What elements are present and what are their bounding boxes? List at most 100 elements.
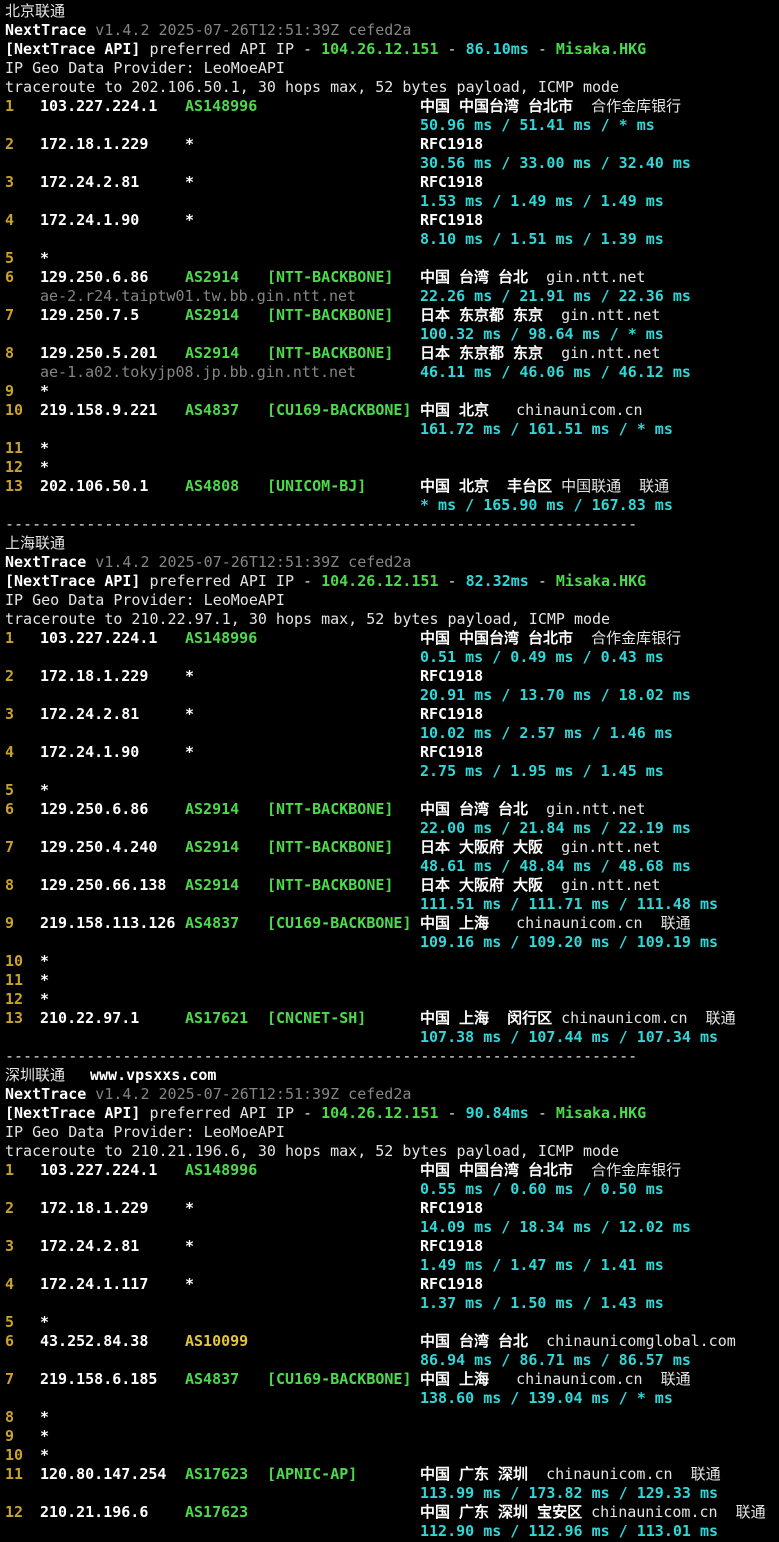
separator-dashes: ----------------------------------------… <box>5 1047 638 1065</box>
geo-segment: 中国 北京 丰台区 <box>420 477 553 495</box>
hop-latency-row: 48.61 ms / 48.84 ms / 48.68 ms <box>0 857 779 876</box>
hop-latency-row: 112.90 ms / 112.96 ms / 113.01 ms <box>0 1522 779 1541</box>
owner-segment: 合作金库银行 <box>573 629 682 647</box>
hop-number: 3 <box>5 1237 15 1255</box>
owner-segment: gin.ntt.net <box>543 344 661 362</box>
hop-row: 2 172.18.1.229 * RFC1918 <box>0 135 779 154</box>
geo-segment: 中国 台湾 台北 <box>420 1332 529 1350</box>
hop-latency-row: 109.16 ms / 109.20 ms / 109.19 ms <box>0 933 779 952</box>
hop-asn: * <box>185 1275 195 1293</box>
hop-latency-row: ae-2.r24.taiptw01.tw.bb.gin.ntt.net 22.26… <box>0 287 779 306</box>
hop-number: 10 <box>5 1446 24 1464</box>
hop-latency: 22.00 ms / 21.84 ms / 22.19 ms <box>420 819 691 837</box>
hop-row: 5 * <box>0 1313 779 1332</box>
hop-ip: 43.252.84.38 <box>40 1332 149 1350</box>
hop-geo: 日本 大阪府 大阪 gin.ntt.net <box>420 838 660 857</box>
hop-ip: 172.24.2.81 <box>40 173 140 191</box>
hop-geo: 中国 台湾 台北 chinaunicomglobal.com <box>420 1332 736 1351</box>
hop-row: 11 * <box>0 439 779 458</box>
hop-latency-row: 113.99 ms / 173.82 ms / 129.33 ms <box>0 1484 779 1503</box>
hop-row: 12 210.21.196.6 AS17623 中国 广东 深圳 宝安区 chinau… <box>0 1503 779 1522</box>
hop-latency: 0.55 ms / 0.60 ms / 0.50 ms <box>420 1180 664 1198</box>
owner-segment: chinaunicom.cn 联通 <box>582 1503 766 1521</box>
hop-geo: RFC1918 <box>420 705 483 724</box>
hop-geo: 中国 北京 丰台区 中国联通 联通 <box>420 477 669 496</box>
hop-asn: AS17621 <box>185 1009 249 1027</box>
hop-ip: 172.24.1.90 <box>40 211 140 229</box>
geo-segment: 中国 中国台湾 台北市 <box>420 1161 574 1179</box>
section-title-line: 深圳联通 www.vpsxxs.com <box>0 1066 779 1085</box>
hop-asn: AS2914 <box>185 800 240 818</box>
hop-geo: 日本 东京都 东京 gin.ntt.net <box>420 344 660 363</box>
hop-latency-row: 161.72 ms / 161.51 ms / * ms <box>0 420 779 439</box>
hop-number: 8 <box>5 344 15 362</box>
hop-as-tag: [NTT-BACKBONE] <box>267 876 394 894</box>
hop-geo: 中国 上海 chinaunicom.cn 联通 <box>420 1370 691 1389</box>
hop-as-tag: [NTT-BACKBONE] <box>267 838 394 856</box>
hop-row: 7 129.250.7.5 AS2914 [NTT-BACKBONE] 日本 东京都 东… <box>0 306 779 325</box>
api-node: Misaka.HKG <box>555 40 647 58</box>
hop-asn: * <box>185 1199 195 1217</box>
hop-number: 11 <box>5 439 24 457</box>
geo-segment: 中国 上海 <box>420 1370 490 1388</box>
owner-segment: 中国联通 联通 <box>552 477 670 495</box>
hop-latency: 1.53 ms / 1.49 ms / 1.49 ms <box>420 192 664 210</box>
traceroute-line: traceroute to 210.21.196.6, 30 hops max,… <box>0 1142 779 1161</box>
hop-number: 4 <box>5 211 15 229</box>
owner-segment: gin.ntt.net <box>528 800 646 818</box>
app-name: NextTrace <box>5 1085 87 1103</box>
hop-number: 1 <box>5 629 15 647</box>
app-version-line: NextTrace v1.4.2 2025-07-26T12:51:39Z ce… <box>0 553 779 572</box>
geo-segment: 日本 东京都 东京 <box>420 344 544 362</box>
hop-latency-row: 138.60 ms / 139.04 ms / * ms <box>0 1389 779 1408</box>
hop-ip: * <box>40 249 50 267</box>
api-text: preferred API IP - <box>140 572 322 590</box>
geo-provider-line: IP Geo Data Provider: LeoMoeAPI <box>0 1123 779 1142</box>
hop-asn: AS2914 <box>185 306 240 324</box>
owner-segment: gin.ntt.net <box>543 838 661 856</box>
hop-row: 7 219.158.6.185 AS4837 [CU169-BACKBONE] 中国 上… <box>0 1370 779 1389</box>
geo-segment: 日本 大阪府 大阪 <box>420 876 544 894</box>
hop-latency: 0.51 ms / 0.49 ms / 0.43 ms <box>420 648 664 666</box>
hop-number: 1 <box>5 1161 15 1179</box>
geo-segment: 日本 东京都 东京 <box>420 306 544 324</box>
hop-number: 7 <box>5 306 15 324</box>
hop-latency-row: 86.94 ms / 86.71 ms / 86.57 ms <box>0 1351 779 1370</box>
geo-segment: 中国 上海 <box>420 914 490 932</box>
api-node: Misaka.HKG <box>555 572 647 590</box>
hop-as-tag: [NTT-BACKBONE] <box>267 306 394 324</box>
hop-latency-row: 22.00 ms / 21.84 ms / 22.19 ms <box>0 819 779 838</box>
api-latency: 86.10ms <box>465 40 529 58</box>
hop-geo: RFC1918 <box>420 173 483 192</box>
hop-ip: 129.250.7.5 <box>40 306 140 324</box>
hop-latency: 20.91 ms / 13.70 ms / 18.02 ms <box>420 686 691 704</box>
hop-latency: 112.90 ms / 112.96 ms / 113.01 ms <box>420 1522 719 1540</box>
hop-row: 13 210.22.97.1 AS17621 [CNCNET-SH] 中国 上海 闵行区… <box>0 1009 779 1028</box>
owner-segment: chinaunicom.cn 联通 <box>528 1465 721 1483</box>
hop-latency: 2.75 ms / 1.95 ms / 1.45 ms <box>420 762 664 780</box>
hop-ip: 210.21.196.6 <box>40 1503 149 1521</box>
hop-number: 9 <box>5 382 15 400</box>
hop-latency-row: 8.10 ms / 1.51 ms / 1.39 ms <box>0 230 779 249</box>
hop-asn: AS2914 <box>185 876 240 894</box>
hop-latency: 10.02 ms / 2.57 ms / 1.46 ms <box>420 724 673 742</box>
hop-number: 2 <box>5 1199 15 1217</box>
hop-latency-row: 0.55 ms / 0.60 ms / 0.50 ms <box>0 1180 779 1199</box>
geo-provider-text: IP Geo Data Provider: LeoMoeAPI <box>5 591 285 609</box>
geo-segment: RFC1918 <box>420 705 484 723</box>
geo-segment: RFC1918 <box>420 211 484 229</box>
separator-dashes: ----------------------------------------… <box>5 515 638 533</box>
hop-number: 6 <box>5 800 15 818</box>
hop-as-tag: [CNCNET-SH] <box>267 1009 367 1027</box>
hop-row: 2 172.18.1.229 * RFC1918 <box>0 667 779 686</box>
api-separator: - <box>528 1104 556 1122</box>
hop-geo: 中国 上海 闵行区 chinaunicom.cn 联通 <box>420 1009 736 1028</box>
hop-number: 4 <box>5 743 15 761</box>
app-name: NextTrace <box>5 21 87 39</box>
hop-number: 2 <box>5 135 15 153</box>
hop-geo: 中国 台湾 台北 gin.ntt.net <box>420 268 645 287</box>
hop-ip: 172.24.1.117 <box>40 1275 149 1293</box>
hop-geo: 中国 上海 chinaunicom.cn 联通 <box>420 914 691 933</box>
hop-number: 13 <box>5 477 24 495</box>
hop-ip: 219.158.113.126 <box>40 914 176 932</box>
